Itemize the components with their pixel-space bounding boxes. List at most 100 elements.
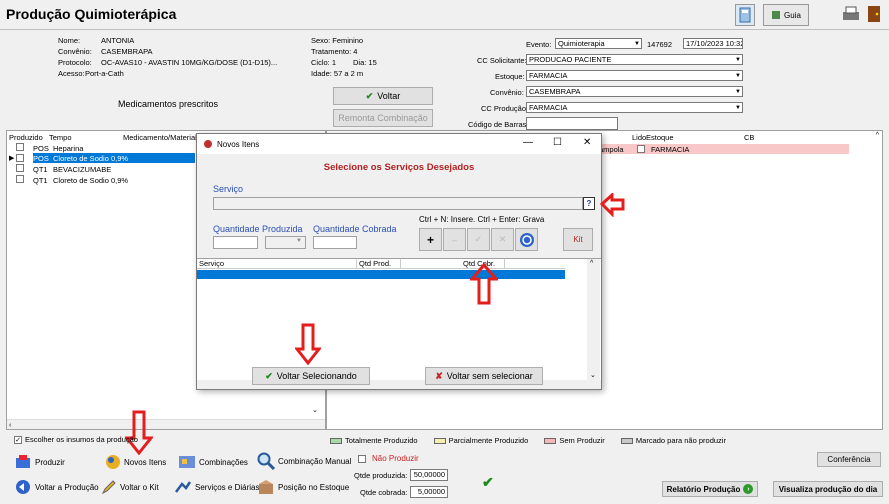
maximize-icon[interactable]: ☐ bbox=[553, 137, 562, 148]
qtd-cobrada-label: Quantidade Cobrada bbox=[313, 224, 397, 234]
qtd-cobrada-input[interactable] bbox=[313, 236, 357, 249]
x-icon: ✘ bbox=[435, 370, 443, 381]
guia-button[interactable]: Guia bbox=[763, 4, 809, 26]
grid-header-qtd-prod[interactable]: Qtd Prod. bbox=[357, 259, 401, 268]
horizontal-scrollbar[interactable]: ‹ bbox=[7, 419, 325, 429]
lido-checkbox[interactable] bbox=[637, 145, 645, 153]
servicos-diarias-button[interactable]: Serviços e Diárias bbox=[174, 479, 259, 495]
escolher-insumos-checkbox[interactable]: ✓ bbox=[14, 435, 22, 444]
conferencia-button[interactable]: Conferência bbox=[817, 452, 881, 467]
qtde-cobrada-label: Qtde cobrada: bbox=[360, 488, 408, 497]
unidade-select[interactable]: ▼ bbox=[265, 236, 306, 249]
check-icon: ✔ bbox=[265, 370, 273, 381]
confirm-check-icon[interactable]: ✔ bbox=[482, 474, 494, 491]
combinacoes-button[interactable]: Combinações bbox=[178, 454, 248, 470]
kit-label: Kit bbox=[573, 235, 583, 244]
patient-idade: Idade: 57 a 2 m bbox=[311, 69, 364, 78]
relatorio-producao-button[interactable]: Relatório Produção › bbox=[662, 481, 758, 497]
cc-producao-select[interactable]: FARMACIA ▼ bbox=[526, 102, 743, 113]
table-row[interactable]: ▶ POS Cloreto de Sodio 0,9% bbox=[7, 153, 195, 163]
row-checkbox[interactable] bbox=[16, 154, 25, 162]
insert-button[interactable]: + bbox=[419, 228, 442, 251]
qtd-produzida-input[interactable] bbox=[213, 236, 258, 249]
voltar-sem-selecionar-button[interactable]: ✘ Voltar sem selecionar bbox=[425, 367, 543, 385]
exit-door-icon[interactable] bbox=[864, 4, 884, 26]
produzir-button[interactable]: Produzir bbox=[14, 454, 65, 470]
header-tempo[interactable]: Tempo bbox=[49, 133, 123, 142]
table-row[interactable]: ampola FARMACIA bbox=[599, 144, 849, 154]
voltar-button[interactable]: ✔ Voltar bbox=[333, 87, 433, 105]
legend-swatch-total bbox=[330, 438, 342, 445]
nao-produzir-checkbox[interactable] bbox=[358, 454, 366, 463]
printer-icon[interactable] bbox=[840, 4, 862, 26]
grid-vertical-scrollbar[interactable]: ^ ⌄ bbox=[587, 259, 600, 380]
plus-icon: + bbox=[426, 232, 434, 247]
scroll-up-icon[interactable]: ^ bbox=[876, 132, 879, 139]
evento-date-field[interactable]: 17/10/2023 10:32 bbox=[683, 38, 743, 49]
legend-swatch-marcado bbox=[620, 438, 633, 445]
table-row[interactable]: QT1 Cloreto de Sodio 0,9% bbox=[7, 175, 207, 185]
estoque-select[interactable]: FARMACIA ▼ bbox=[526, 70, 743, 81]
voltar-producao-button[interactable]: Voltar a Produção bbox=[14, 479, 99, 495]
legend-swatch-sem bbox=[544, 438, 557, 445]
header-lido[interactable]: Lido bbox=[632, 133, 646, 142]
patient-protocolo: OC-AVAS10 - AVASTIN 10MG/KG/DOSE (D1-D15… bbox=[101, 58, 278, 67]
scroll-left-icon: ‹ bbox=[9, 422, 12, 429]
close-icon[interactable]: ✕ bbox=[583, 137, 591, 148]
row-checkbox[interactable] bbox=[16, 175, 24, 183]
voltar-producao-icon bbox=[16, 480, 30, 494]
convenio-select[interactable]: CASEMBRAPA ▼ bbox=[526, 86, 743, 97]
evento-select[interactable]: Quimioterapia ▼ bbox=[555, 38, 642, 49]
dialog-title: Novos Itens bbox=[217, 139, 260, 149]
voltar-selecionando-button[interactable]: ✔ Voltar Selecionando bbox=[252, 367, 370, 385]
voltar-kit-button[interactable]: Voltar o Kit bbox=[101, 479, 159, 495]
servico-input[interactable] bbox=[213, 197, 583, 210]
visualiza-producao-button[interactable]: Visualiza produção do dia bbox=[773, 481, 883, 497]
header-produzido[interactable]: Produzido bbox=[9, 133, 49, 142]
qtde-produzida-field[interactable]: 50,00000 bbox=[410, 469, 448, 481]
patient-dia: Dia: 15 bbox=[353, 58, 377, 67]
refresh-button[interactable] bbox=[515, 228, 538, 251]
servico-lookup-button[interactable]: ? bbox=[583, 197, 595, 210]
header-cb[interactable]: CB bbox=[744, 133, 754, 142]
grid-header-servico[interactable]: Serviço bbox=[197, 259, 357, 268]
annotation-arrow-up bbox=[470, 263, 498, 305]
escolher-insumos-label: Escolher os insumos da produção bbox=[25, 435, 138, 444]
patient-tratamento: Tratamento: 4 bbox=[311, 47, 358, 56]
row-checkbox[interactable] bbox=[16, 143, 24, 151]
cancel-item-button: ✕ bbox=[491, 228, 514, 251]
app-icon bbox=[204, 140, 212, 148]
cancel-icon: ✕ bbox=[498, 234, 507, 244]
patient-protocolo-label: Protocolo: bbox=[58, 58, 92, 67]
confirm-button: ✓ bbox=[467, 228, 490, 251]
posicao-estoque-button[interactable]: Posição no Estoque bbox=[257, 479, 349, 495]
combinacao-manual-button[interactable]: Combinação Manual bbox=[257, 452, 351, 470]
calculator-icon[interactable] bbox=[735, 4, 755, 26]
novos-itens-icon bbox=[106, 455, 120, 469]
grid-row-selected[interactable] bbox=[197, 270, 565, 279]
convenio-label: Convênio: bbox=[490, 88, 524, 97]
header-estoque[interactable]: Estoque bbox=[646, 133, 744, 142]
chevron-down-icon: ▼ bbox=[296, 238, 302, 244]
nao-produzir[interactable]: Não Produzir bbox=[358, 454, 419, 463]
novos-itens-button[interactable]: Novos Itens bbox=[105, 454, 166, 470]
escolher-insumos[interactable]: ✓ Escolher os insumos da produção bbox=[14, 435, 138, 444]
codigo-barras-input[interactable] bbox=[526, 117, 618, 130]
minus-icon: – bbox=[451, 234, 457, 245]
header-medicamento[interactable]: Medicamento/Material bbox=[123, 133, 197, 142]
scroll-down-icon[interactable]: ⌄ bbox=[312, 406, 318, 414]
magnifier-icon bbox=[257, 452, 275, 470]
table-row[interactable]: QT1 BEVACIZUMABE bbox=[7, 164, 207, 174]
minimize-icon[interactable]: — bbox=[523, 137, 533, 148]
qtde-produzida-label: Qtde produzida: bbox=[354, 471, 408, 480]
table-row[interactable]: POS Heparina bbox=[7, 143, 207, 153]
annotation-arrow-left bbox=[600, 193, 625, 217]
check-icon: ✔ bbox=[365, 90, 374, 101]
row-checkbox[interactable] bbox=[16, 164, 24, 172]
box-icon bbox=[259, 480, 273, 494]
qtde-cobrada-field[interactable]: 5,00000 bbox=[410, 486, 448, 498]
evento-id: 147692 bbox=[647, 40, 673, 49]
kit-button[interactable]: Kit bbox=[563, 228, 593, 251]
arrow-right-icon: › bbox=[743, 484, 754, 494]
cc-solicitante-select[interactable]: PRODUCAO PACIENTE ▼ bbox=[526, 54, 743, 65]
